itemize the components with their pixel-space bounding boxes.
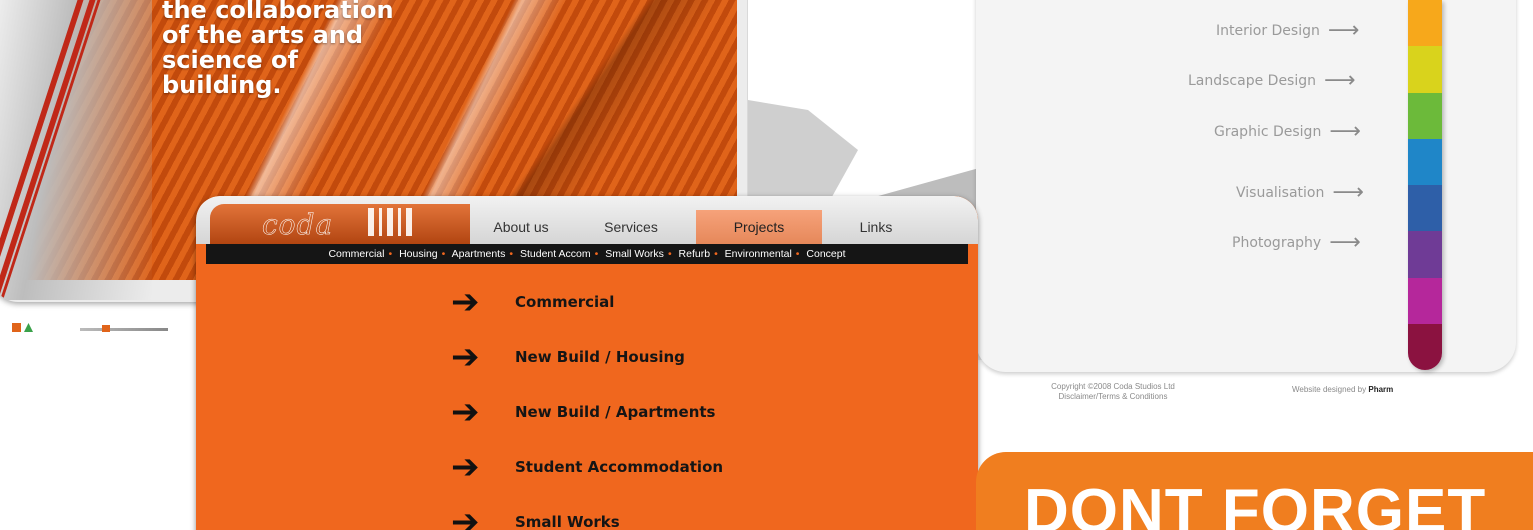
list-item-label: Student Accommodation (515, 458, 724, 476)
subnav-student-accom[interactable]: Student Accom (520, 248, 591, 260)
menu-item-graphic-design[interactable]: Graphic Design ⟶ (1214, 117, 1373, 147)
coda-logo[interactable]: coda (262, 208, 333, 242)
arrow-right-icon: ➔ (451, 392, 480, 432)
arrow-right-icon: ⟶ (1329, 119, 1361, 144)
category-color-bar (1408, 0, 1442, 370)
arrow-right-icon: ➔ (451, 447, 480, 487)
slide-progress-handle[interactable] (102, 325, 110, 332)
color-bar-segment (1408, 46, 1442, 93)
hero-tagline: the collaboration of the arts and scienc… (162, 0, 442, 98)
tab-links[interactable]: Links (822, 210, 930, 244)
tab-services[interactable]: Services (576, 210, 686, 244)
menu-item-photography[interactable]: Photography ⟶ (1232, 228, 1373, 258)
list-item-label: New Build / Apartments (515, 403, 716, 421)
arrow-right-icon: ⟶ (1327, 18, 1360, 43)
color-bar-segment (1408, 231, 1442, 278)
subnav-small-works[interactable]: Small Works (605, 248, 664, 260)
tagline-line: building. (162, 71, 282, 99)
menu-item-label: Landscape Design (1188, 73, 1316, 89)
subnav-housing[interactable]: Housing (399, 248, 438, 260)
arrow-right-icon: ➔ (451, 337, 480, 377)
arrow-right-icon: ⟶ (1332, 180, 1364, 205)
menu-item-label: Photography (1232, 235, 1322, 251)
coda-projects-window: coda About us Services Projects Links Co… (196, 196, 978, 530)
coda-header: coda About us Services Projects Links (196, 196, 978, 244)
slide-indicator-icon[interactable] (24, 323, 33, 332)
menu-item-label: Interior Design (1216, 23, 1320, 39)
list-item-small-works[interactable]: ➔ Small Works (451, 504, 620, 530)
list-item-commercial[interactable]: ➔ Commercial (451, 284, 614, 320)
designed-by-text: Website designed by (1292, 385, 1367, 394)
menu-item-label: Graphic Design (1214, 124, 1322, 140)
menu-item-visualisation[interactable]: Visualisation ⟶ (1236, 178, 1373, 208)
color-bar-segment (1408, 185, 1442, 232)
slide-indicator-icon[interactable] (12, 323, 21, 332)
arrow-right-icon: ➔ (451, 282, 480, 322)
dont-forget-banner: DONT FORGET (976, 452, 1533, 530)
coda-logo-block[interactable]: coda (210, 204, 470, 244)
hero-decor-stripe (0, 0, 107, 300)
color-bar-segment (1408, 323, 1442, 370)
arrow-right-icon: ⟶ (1324, 68, 1356, 93)
list-item-label: Small Works (515, 513, 620, 530)
subnav-refurb[interactable]: Refurb (679, 248, 711, 260)
menu-item-label: Visualisation (1236, 185, 1325, 201)
list-item-label: New Build / Housing (515, 348, 685, 366)
tab-about-us[interactable]: About us (466, 210, 576, 244)
menu-item-landscape-design[interactable]: Landscape Design ⟶ (1188, 66, 1373, 96)
list-item-new-build-apartments[interactable]: ➔ New Build / Apartments (451, 394, 715, 430)
arrow-right-icon: ⟶ (1329, 230, 1361, 255)
subnav-commercial[interactable]: Commercial (328, 248, 384, 260)
disclaimer-link[interactable]: Disclaimer/Terms & Conditions (1018, 392, 1208, 402)
site-footer-credit: Website designed by Pharm (1292, 385, 1393, 394)
copyright-text: Copyright ©2008 Coda Studios Ltd (1051, 382, 1175, 391)
color-bar-segment (1408, 92, 1442, 139)
hero-side-panel (0, 0, 152, 300)
site-footer-copyright: Copyright ©2008 Coda Studios Ltd Disclai… (1018, 382, 1208, 402)
subnav-apartments[interactable]: Apartments (452, 248, 506, 260)
designer-link[interactable]: Pharm (1368, 385, 1393, 394)
hero-slide-nav[interactable] (10, 320, 168, 338)
color-bar-segment (1408, 138, 1442, 185)
color-bar-segment (1408, 0, 1442, 47)
banner-title: DONT FORGET (1024, 477, 1487, 530)
tagline-line: of the arts and (162, 21, 364, 49)
subnav-environmental[interactable]: Environmental (725, 248, 792, 260)
list-item-label: Commercial (515, 293, 615, 311)
projects-subnav: Commercial • Housing • Apartments • Student… (206, 244, 968, 264)
list-item-student-accommodation[interactable]: ➔ Student Accommodation (451, 449, 723, 485)
tab-projects[interactable]: Projects (696, 210, 822, 244)
slide-progress-track[interactable] (80, 328, 168, 331)
list-item-new-build-housing[interactable]: ➔ New Build / Housing (451, 339, 685, 375)
tagline-line: the collaboration (162, 0, 394, 24)
subnav-concept[interactable]: Concept (806, 248, 845, 260)
coda-logo-bars-icon (368, 208, 412, 236)
tagline-line: science of (162, 46, 298, 74)
menu-item-interior-design[interactable]: Interior Design ⟶ (1216, 16, 1373, 46)
arrow-right-icon: ➔ (451, 502, 480, 530)
color-bar-segment (1408, 277, 1442, 324)
